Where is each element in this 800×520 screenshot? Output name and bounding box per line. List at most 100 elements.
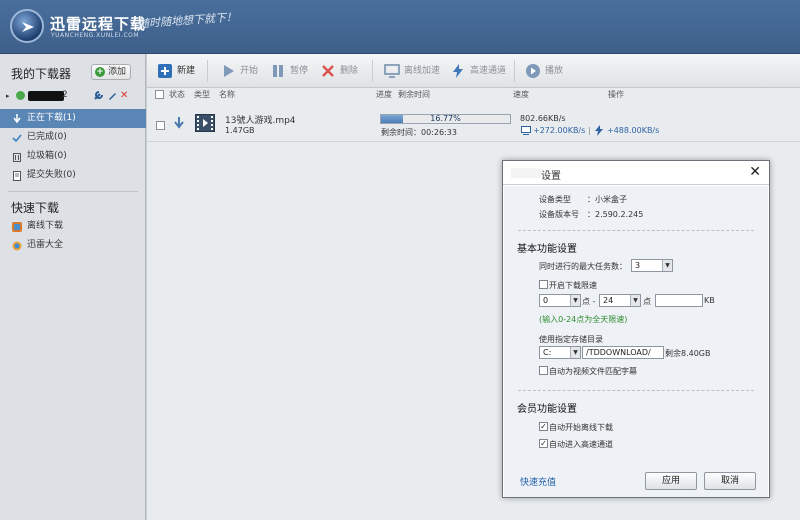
globe-icon bbox=[12, 240, 22, 251]
limit-end-hour-select[interactable]: 24 ▼ bbox=[599, 294, 641, 307]
storage-dir-label: 使用指定存储目录 bbox=[539, 335, 603, 344]
play-icon bbox=[220, 63, 236, 79]
col-remaining: 剩余时间 bbox=[398, 90, 430, 99]
play-circle-icon bbox=[525, 63, 541, 79]
auto-offline-checkbox[interactable]: ✓ bbox=[539, 422, 548, 431]
quick-recharge-link[interactable]: 快速充值 bbox=[520, 475, 556, 488]
task-checkbox[interactable] bbox=[156, 121, 165, 130]
highspeed-speed: +488.00KB/s bbox=[607, 126, 660, 135]
device-name-suffix: 2 bbox=[62, 90, 68, 100]
section-divider bbox=[518, 230, 754, 231]
drive-select[interactable]: C: ▼ bbox=[539, 346, 581, 359]
new-plus-icon bbox=[157, 63, 173, 79]
basic-settings-heading: 基本功能设置 bbox=[517, 244, 577, 255]
col-action: 操作 bbox=[608, 90, 624, 99]
limit-hint: (输入0-24点为全天限速) bbox=[539, 315, 628, 324]
dialog-title: 设置 bbox=[541, 171, 561, 182]
edit-pencil-icon[interactable] bbox=[107, 90, 118, 104]
task-list-header: 状态 类型 名称 进度 剩余时间 速度 操作 bbox=[147, 88, 800, 101]
my-downloaders-heading: 我的下载器 bbox=[11, 67, 72, 81]
chevron-down-icon: ▼ bbox=[570, 347, 580, 358]
nav-completed[interactable]: 已完成(0) bbox=[0, 128, 146, 147]
delete-x-icon bbox=[320, 63, 336, 79]
col-name: 名称 bbox=[219, 90, 235, 99]
play-video-button[interactable]: 播放 bbox=[525, 62, 563, 80]
auto-highspeed-checkbox[interactable]: ✓ bbox=[539, 439, 548, 448]
slogan: 随时随地想下就下！ bbox=[137, 10, 238, 31]
speed-limit-label: 开启下载限速 bbox=[549, 281, 597, 290]
close-icon[interactable]: ✕ bbox=[120, 90, 128, 101]
device-name-redacted bbox=[28, 91, 64, 101]
brand-subtitle: YUANCHENG.XUNLEI.COM bbox=[51, 32, 140, 39]
auto-highspeed-label: 自动进入高速通道 bbox=[549, 440, 613, 449]
device-type-label: 设备类型 bbox=[539, 195, 571, 204]
brand-title: 迅雷远程下载 bbox=[50, 15, 147, 33]
hour-unit-label: 点 - bbox=[582, 297, 596, 306]
device-status-icon bbox=[15, 90, 26, 104]
apply-button[interactable]: 应用 bbox=[645, 472, 697, 490]
expand-triangle-icon[interactable]: ▸ bbox=[6, 92, 10, 100]
sidebar-divider bbox=[8, 191, 138, 192]
max-tasks-select[interactable]: 3 ▼ bbox=[631, 259, 673, 272]
xunlei-logo-icon bbox=[10, 9, 44, 43]
col-speed: 速度 bbox=[513, 90, 529, 99]
nav-offline-download[interactable]: 离线下载 bbox=[0, 217, 146, 236]
speed-limit-input[interactable] bbox=[655, 294, 703, 307]
add-downloader-button[interactable]: + 添加 bbox=[91, 64, 131, 80]
col-type: 类型 bbox=[194, 90, 210, 99]
nav-trash[interactable]: 垃圾箱(0) bbox=[0, 147, 146, 166]
downloading-status-icon bbox=[173, 116, 185, 133]
cancel-button[interactable]: 取消 bbox=[704, 472, 756, 490]
kb-unit-label: KB bbox=[704, 296, 715, 305]
select-all-checkbox[interactable] bbox=[155, 90, 164, 99]
chevron-down-icon: ▼ bbox=[570, 295, 580, 306]
task-name[interactable]: 13號人游戏.mp4 bbox=[225, 113, 296, 126]
toolbar-separator bbox=[372, 60, 373, 82]
check-icon bbox=[12, 132, 22, 143]
device-item[interactable]: ▸ 2 ✕ bbox=[4, 89, 144, 105]
nav-downloading[interactable]: 正在下载(1) bbox=[0, 109, 146, 128]
quick-download-heading: 快速下载 bbox=[11, 201, 60, 215]
limit-start-hour-select[interactable]: 0 ▼ bbox=[539, 294, 581, 307]
toolbar-separator bbox=[207, 60, 208, 82]
offline-icon bbox=[12, 221, 22, 232]
dialog-close-icon[interactable]: ✕ bbox=[749, 165, 761, 179]
new-task-button[interactable]: 新建 bbox=[157, 62, 195, 80]
wrench-icon[interactable] bbox=[93, 90, 104, 104]
dialog-titlebar: 设置 ✕ bbox=[503, 161, 769, 185]
nav-submit-failed[interactable]: 提交失败(0) bbox=[0, 166, 146, 185]
col-progress: 进度 bbox=[376, 90, 392, 99]
chevron-down-icon: ▼ bbox=[630, 295, 640, 306]
document-icon bbox=[12, 170, 22, 181]
nav-xunlei-daquan[interactable]: 迅雷大全 bbox=[0, 236, 146, 255]
free-space-label: 剩余8.40GB bbox=[665, 349, 711, 358]
high-speed-channel-button[interactable]: 高速通道 bbox=[450, 62, 506, 80]
task-progress-bar: 16.77% bbox=[380, 114, 511, 124]
version-label: 设备版本号 bbox=[539, 210, 579, 219]
speed-divider: | bbox=[588, 126, 591, 135]
delete-button[interactable]: 删除 bbox=[320, 62, 358, 80]
download-arrow-icon bbox=[12, 113, 22, 124]
member-settings-heading: 会员功能设置 bbox=[517, 404, 577, 415]
app-header: 迅雷远程下载 YUANCHENG.XUNLEI.COM 随时随地想下就下！ bbox=[0, 0, 800, 54]
offline-accel-speed: +272.00KB/s bbox=[533, 126, 586, 135]
task-progress-text: 16.77% bbox=[430, 114, 461, 123]
auto-subtitle-label: 自动为视频文件匹配字幕 bbox=[549, 367, 637, 376]
sidebar: 我的下载器 + 添加 ▸ 2 ✕ 正在下载(1) 已完成(0) 垃圾箱(0) 提… bbox=[0, 54, 146, 520]
auto-offline-label: 自动开始离线下载 bbox=[549, 423, 613, 432]
title-redacted bbox=[511, 168, 541, 178]
chevron-down-icon: ▼ bbox=[662, 260, 672, 271]
plus-icon: + bbox=[95, 67, 105, 77]
highspeed-lightning-icon bbox=[594, 125, 604, 139]
start-button[interactable]: 开始 bbox=[220, 62, 258, 80]
auto-subtitle-checkbox[interactable] bbox=[539, 366, 548, 375]
version-value: ：2.590.2.245 bbox=[587, 210, 644, 219]
settings-dialog: 设置 ✕ 设备类型 ：小米盒子 设备版本号 ：2.590.2.245 基本功能设… bbox=[502, 160, 770, 498]
col-status: 状态 bbox=[169, 90, 185, 99]
download-path-input[interactable]: /TDDOWNLOAD/ bbox=[582, 346, 664, 359]
video-file-icon bbox=[195, 114, 215, 135]
pause-button[interactable]: 暂停 bbox=[270, 62, 308, 80]
offline-accel-button[interactable]: 离线加速 bbox=[384, 62, 440, 80]
device-type-value: ：小米盒子 bbox=[587, 195, 627, 204]
speed-limit-checkbox[interactable] bbox=[539, 280, 548, 289]
